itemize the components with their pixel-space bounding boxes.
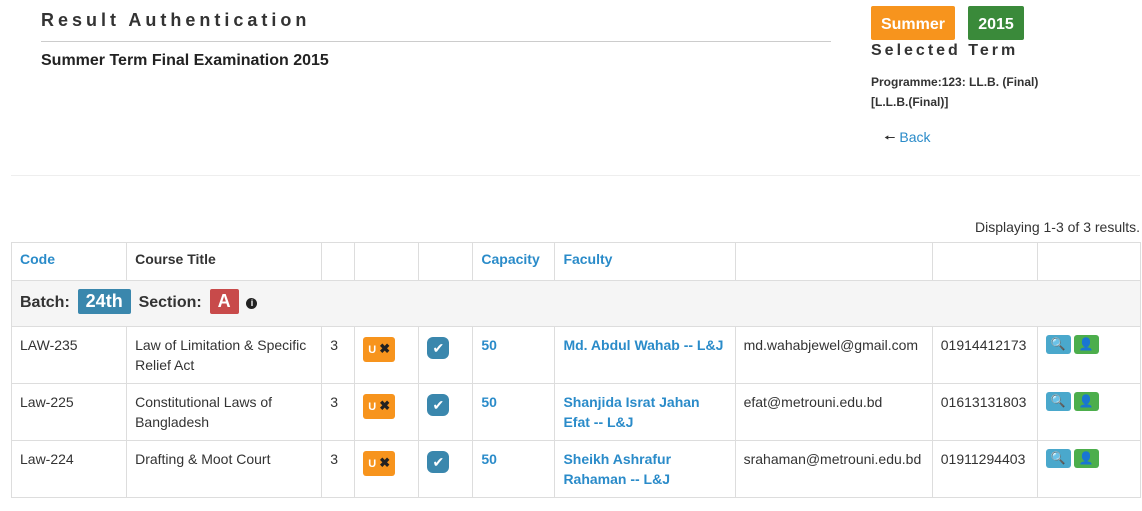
status-cell: ✔ — [418, 440, 474, 498]
section-label: Section: — [138, 294, 202, 311]
course-credit: 3 — [321, 440, 356, 498]
check-icon[interactable]: ✔ — [427, 337, 450, 359]
course-title: Constitutional Laws of Bangladesh — [126, 383, 323, 441]
actions-cell: 🔍 👤 — [1036, 383, 1142, 441]
status-cell: ✔ — [418, 326, 474, 384]
faculty-email: srahaman@metrouni.edu.bd — [734, 440, 933, 498]
table-header-row: Code Course Title Capacity Faculty — [10, 242, 1142, 281]
capacity-link[interactable]: 50 — [481, 451, 497, 467]
search-icon[interactable]: 🔍 — [1045, 449, 1071, 468]
faculty-link[interactable]: Sheikh Ashrafur Rahaman -- L&J — [563, 451, 671, 487]
actions-cell: 🔍 👤 — [1036, 326, 1142, 384]
unassign-cell: U ✖ — [354, 326, 420, 384]
exam-subtitle: Summer Term Final Examination 2015 — [41, 52, 329, 69]
term-season-badge: Summer — [871, 6, 955, 40]
faculty-phone: 01613131803 — [931, 383, 1038, 441]
table-row: Law-224 Drafting & Moot Court 3 U ✖ ✔ 50 … — [10, 440, 1142, 498]
course-title: Drafting & Moot Court — [126, 440, 323, 498]
actions-cell: 🔍 👤 — [1036, 440, 1142, 498]
course-code: Law-224 — [10, 440, 128, 498]
results-summary: Displaying 1-3 of 3 results. — [975, 219, 1140, 235]
user-icon[interactable]: 👤 — [1073, 392, 1099, 411]
user-icon[interactable]: 👤 — [1073, 449, 1099, 468]
table-row: LAW-235 Law of Limitation & Specific Rel… — [10, 326, 1142, 384]
programme-code: [L.L.B.(Final)] — [871, 95, 949, 109]
capacity-link[interactable]: 50 — [481, 337, 497, 353]
course-table: Code Course Title Capacity Faculty Batch… — [10, 242, 1142, 498]
capacity-link[interactable]: 50 — [481, 394, 497, 410]
course-title: Law of Limitation & Specific Relief Act — [126, 326, 323, 384]
course-capacity: 50 — [472, 326, 556, 384]
faculty-cell: Md. Abdul Wahab -- L&J — [554, 326, 736, 384]
check-icon[interactable]: ✔ — [427, 451, 450, 473]
faculty-email: efat@metrouni.edu.bd — [734, 383, 933, 441]
programme-name: Programme:123: LL.B. (Final) — [871, 75, 1039, 89]
batch-cell: Batch: 24th Section: A i — [11, 280, 1141, 327]
faculty-cell: Sheikh Ashrafur Rahaman -- L&J — [554, 440, 736, 498]
search-icon[interactable]: 🔍 — [1045, 392, 1071, 411]
faculty-link[interactable]: Shanjida Israt Jahan Efat -- L&J — [563, 394, 699, 430]
course-code: Law-225 — [10, 383, 128, 441]
section-divider — [11, 175, 1140, 176]
info-icon[interactable]: i — [246, 297, 258, 309]
close-icon: ✖ — [379, 398, 391, 413]
page-title: Result Authentication — [41, 10, 311, 30]
back-label: Back — [899, 129, 931, 145]
faculty-phone: 01914412173 — [931, 326, 1038, 384]
unassign-button[interactable]: U ✖ — [363, 451, 396, 476]
unassign-cell: U ✖ — [354, 383, 420, 441]
check-icon[interactable]: ✔ — [427, 394, 450, 416]
programme-info: Programme:123: LL.B. (Final) [L.L.B.(Fin… — [871, 72, 1131, 112]
faculty-link[interactable]: Md. Abdul Wahab -- L&J — [563, 337, 723, 353]
col-code[interactable]: Code — [10, 242, 128, 281]
faculty-phone: 01911294403 — [931, 440, 1038, 498]
col-course-title: Course Title — [126, 242, 323, 281]
arrow-left-icon: 🠔 — [884, 130, 896, 145]
batch-label: Batch: — [20, 294, 70, 311]
course-capacity: 50 — [472, 383, 556, 441]
title-divider — [41, 41, 831, 42]
course-credit: 3 — [321, 326, 356, 384]
close-icon: ✖ — [379, 455, 391, 470]
col-unassign — [354, 242, 420, 281]
unassign-label: U — [368, 458, 377, 470]
batch-badge: 24th — [77, 289, 131, 314]
col-status — [418, 242, 474, 281]
selected-term-panel: Summer 2015 Selected Term Programme:123:… — [871, 6, 1131, 112]
col-faculty[interactable]: Faculty — [554, 242, 736, 281]
term-year-badge: 2015 — [968, 6, 1024, 40]
status-cell: ✔ — [418, 383, 474, 441]
unassign-label: U — [368, 401, 377, 413]
course-capacity: 50 — [472, 440, 556, 498]
search-icon[interactable]: 🔍 — [1045, 335, 1071, 354]
col-phone — [931, 242, 1038, 281]
unassign-button[interactable]: U ✖ — [363, 337, 396, 362]
col-email — [734, 242, 933, 281]
col-credit — [321, 242, 356, 281]
user-icon[interactable]: 👤 — [1073, 335, 1099, 354]
unassign-label: U — [368, 344, 377, 356]
faculty-email: md.wahabjewel@gmail.com — [734, 326, 933, 384]
faculty-cell: Shanjida Israt Jahan Efat -- L&J — [554, 383, 736, 441]
section-badge: A — [209, 289, 239, 314]
unassign-cell: U ✖ — [354, 440, 420, 498]
unassign-button[interactable]: U ✖ — [363, 394, 396, 419]
close-icon: ✖ — [379, 341, 391, 356]
col-actions — [1036, 242, 1142, 281]
course-code: LAW-235 — [10, 326, 128, 384]
batch-row: Batch: 24th Section: A i — [11, 280, 1141, 327]
course-credit: 3 — [321, 383, 356, 441]
col-capacity[interactable]: Capacity — [472, 242, 556, 281]
table-row: Law-225 Constitutional Laws of Banglades… — [10, 383, 1142, 441]
selected-term-label: Selected Term — [871, 42, 1019, 59]
back-link[interactable]: 🠔 Back — [884, 129, 931, 151]
